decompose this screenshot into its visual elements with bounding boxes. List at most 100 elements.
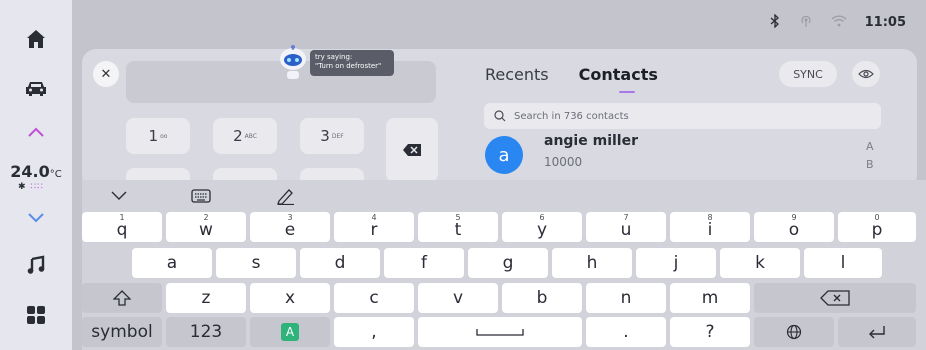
temperature-value: 24.0 [10, 162, 50, 181]
key-d[interactable]: d [300, 248, 380, 278]
numeric-key[interactable]: 123 [166, 317, 246, 347]
key-label: r [370, 220, 378, 240]
key-m[interactable]: m [670, 283, 750, 313]
key-f[interactable]: f [384, 248, 464, 278]
key-h[interactable]: h [552, 248, 632, 278]
wifi-icon [831, 15, 847, 30]
assistant-hint-bubble: try saying: "Turn on defroster" [310, 50, 394, 76]
dial-key-3[interactable]: 3 DEF [300, 118, 364, 154]
tab-recents[interactable]: Recents [485, 65, 549, 84]
dial-key-number: 1 [148, 127, 159, 145]
key-label: e [284, 220, 296, 240]
contact-name[interactable]: angie miller [544, 133, 638, 149]
bluetooth-icon [769, 13, 781, 31]
keyboard-layout-button[interactable] [188, 186, 214, 206]
globe-key[interactable] [754, 317, 834, 347]
dial-backspace-button[interactable] [386, 118, 438, 182]
key-n[interactable]: n [586, 283, 666, 313]
assistant-hint-line2: "Turn on defroster" [315, 62, 382, 70]
key-o[interactable]: 9o [754, 212, 834, 242]
key-u[interactable]: 7u [586, 212, 666, 242]
pen-icon [277, 189, 294, 205]
apps-grid-icon[interactable] [0, 305, 72, 325]
language-key[interactable]: A [250, 317, 330, 347]
voice-assistant-robot-icon[interactable] [276, 44, 310, 82]
handwriting-button[interactable] [273, 186, 299, 206]
question-key[interactable]: ? [670, 317, 750, 347]
index-letter-a[interactable]: A [866, 140, 874, 153]
enter-key[interactable] [838, 317, 916, 347]
music-icon[interactable] [0, 255, 72, 275]
key-hint: 0 [874, 213, 880, 222]
key-i[interactable]: 8i [670, 212, 750, 242]
tab-contacts[interactable]: Contacts [579, 65, 658, 93]
key-q[interactable]: 1q [82, 212, 162, 242]
key-label: i [707, 220, 713, 240]
sidebar: 24.0°C ✱ ∷∷ [0, 0, 72, 350]
index-letter-b[interactable]: B [866, 158, 874, 171]
key-b[interactable]: b [502, 283, 582, 313]
key-label: u [620, 220, 632, 240]
key-label: q [116, 220, 128, 240]
backspace-key[interactable] [754, 283, 916, 313]
comma-key[interactable]: , [334, 317, 414, 347]
shift-icon [113, 290, 131, 306]
privacy-toggle-button[interactable] [852, 61, 880, 87]
screen: 24.0°C ✱ ∷∷ 11:05 ✕ try saying: "Turn on… [0, 0, 926, 350]
key-c[interactable]: c [334, 283, 414, 313]
key-a[interactable]: a [132, 248, 212, 278]
dial-key-number: 3 [320, 127, 330, 145]
enter-icon [869, 326, 885, 339]
temperature-unit: °C [49, 169, 62, 180]
temp-up-icon[interactable] [0, 126, 72, 138]
key-y[interactable]: 6y [502, 212, 582, 242]
key-g[interactable]: g [468, 248, 548, 278]
shift-key[interactable] [82, 283, 162, 313]
key-r[interactable]: 4r [334, 212, 414, 242]
dial-key-letters: ᴏᴏ [160, 132, 168, 140]
key-w[interactable]: 2w [166, 212, 246, 242]
contact-avatar[interactable]: a [485, 136, 523, 174]
key-hint: 5 [455, 213, 461, 222]
key-e[interactable]: 3e [250, 212, 330, 242]
close-icon: ✕ [100, 66, 112, 82]
key-hint: 1 [119, 213, 125, 222]
key-z[interactable]: z [166, 283, 246, 313]
key-hint: 7 [623, 213, 629, 222]
close-button[interactable]: ✕ [93, 61, 119, 87]
assistant-hint-line1: try saying: [315, 53, 353, 61]
key-p[interactable]: 0p [838, 212, 916, 242]
space-icon [476, 329, 524, 336]
key-x[interactable]: x [250, 283, 330, 313]
key-t[interactable]: 5t [418, 212, 498, 242]
key-k[interactable]: k [720, 248, 800, 278]
space-key[interactable] [418, 317, 582, 347]
period-key[interactable]: . [586, 317, 666, 347]
temp-down-icon[interactable] [0, 212, 72, 224]
car-icon[interactable] [0, 78, 72, 98]
keyboard-hide-button[interactable] [106, 186, 132, 206]
eye-icon [858, 69, 874, 79]
key-v[interactable]: v [418, 283, 498, 313]
chevron-down-icon [111, 191, 127, 200]
sync-button[interactable]: SYNC [779, 61, 837, 87]
backspace-icon [403, 144, 421, 156]
key-l[interactable]: l [804, 248, 882, 278]
symbol-key[interactable]: symbol [82, 317, 162, 347]
home-icon[interactable] [0, 28, 72, 50]
contact-search-input[interactable]: Search in 736 contacts [484, 103, 881, 129]
key-hint: 2 [203, 213, 209, 222]
key-label: t [454, 220, 462, 240]
key-label: y [536, 220, 548, 240]
key-label: w [199, 220, 213, 240]
key-hint: 4 [371, 213, 377, 222]
fan-level-icon[interactable]: ✱ ∷∷ [18, 182, 44, 192]
key-hint: 8 [707, 213, 713, 222]
key-j[interactable]: j [636, 248, 716, 278]
key-label: p [871, 220, 883, 240]
key-s[interactable]: s [216, 248, 296, 278]
dial-key-2[interactable]: 2 ABC [213, 118, 277, 154]
hotspot-icon [799, 14, 813, 31]
dial-key-1[interactable]: 1 ᴏᴏ [126, 118, 190, 154]
key-hint: 9 [791, 213, 797, 222]
